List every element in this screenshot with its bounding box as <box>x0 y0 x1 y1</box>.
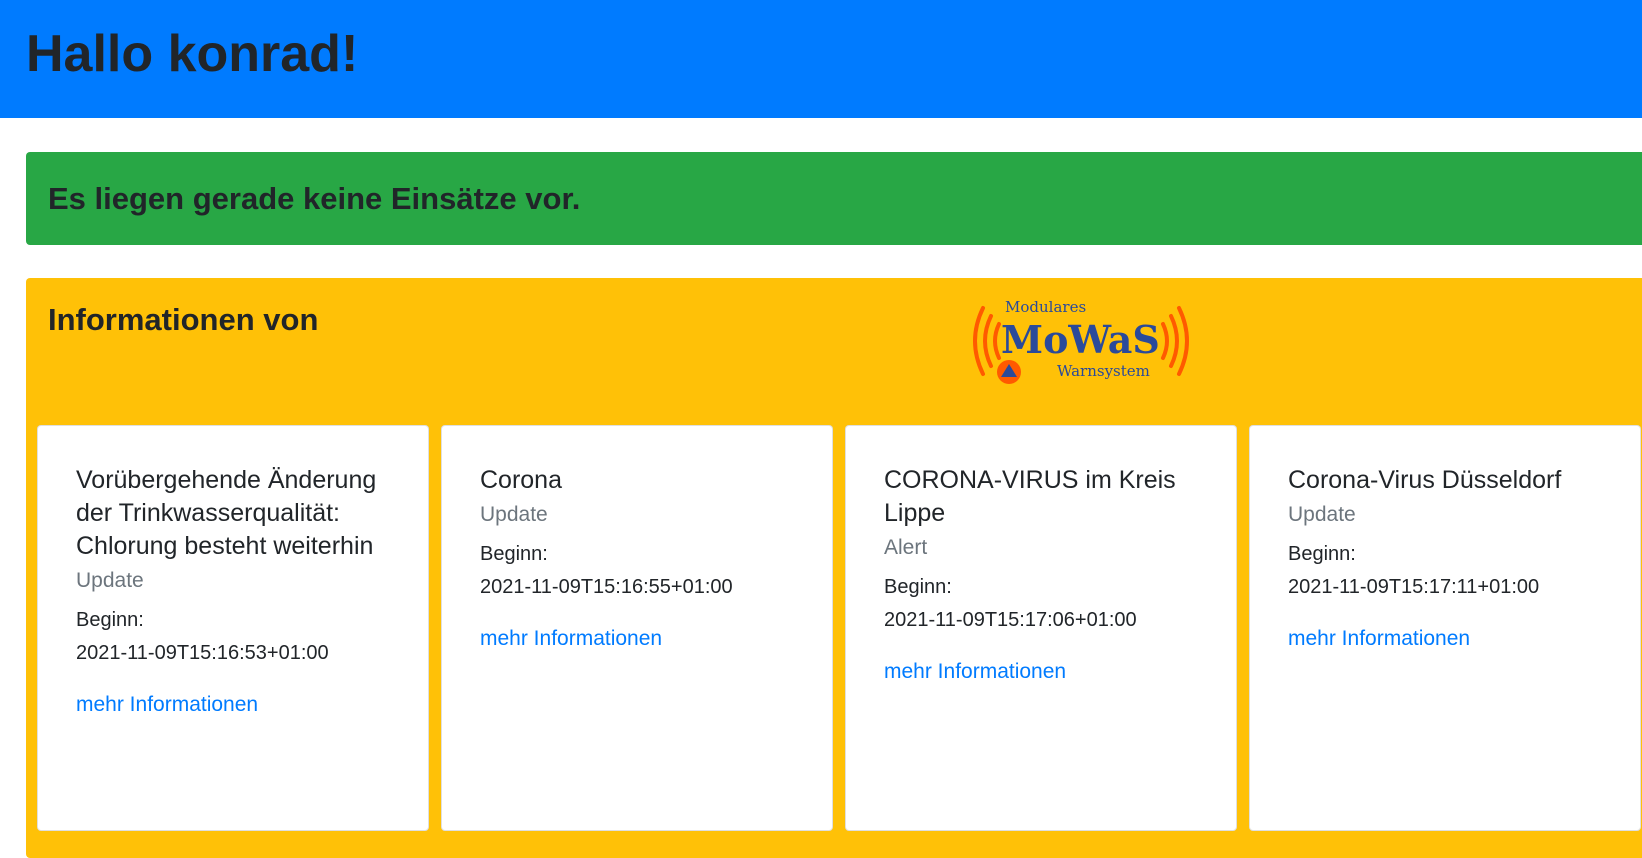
left-wave-icon <box>973 306 1001 376</box>
more-information-link[interactable]: mehr Informationen <box>884 657 1066 687</box>
logo-main-text: MoWaS <box>1001 317 1160 362</box>
warning-card-begin-label: Beginn: <box>480 543 548 565</box>
logo-bottom-text: Warnsystem <box>1057 362 1150 380</box>
information-panel-title: Informationen von <box>48 302 319 337</box>
civil-protection-emblem-icon <box>997 360 1021 384</box>
warning-card-status: Update <box>76 569 144 592</box>
right-wave-icon <box>1161 306 1189 376</box>
warning-card-status: Update <box>1288 503 1356 526</box>
information-panel: Informationen von Modulares MoWaS Warnsy… <box>26 278 1642 858</box>
no-deployments-alert: Es liegen gerade keine Einsätze vor. <box>26 152 1642 245</box>
logo-top-text: Modulares <box>1005 298 1086 316</box>
warning-card-status: Update <box>480 503 548 526</box>
warning-card-title: CORONA-VIRUS im Kreis Lippe <box>884 466 1176 527</box>
warning-card: Corona Update Beginn: 2021-11-09T15:16:5… <box>441 425 833 831</box>
more-information-link[interactable]: mehr Informationen <box>480 624 662 654</box>
more-information-link[interactable]: mehr Informationen <box>76 690 258 720</box>
warning-card-begin-label: Beginn: <box>76 609 144 631</box>
warning-card-title: Vorübergehende Änderung der Trinkwasserq… <box>76 466 377 560</box>
warning-card: Vorübergehende Änderung der Trinkwasserq… <box>37 425 429 831</box>
mowas-logo: Modulares MoWaS Warnsystem <box>973 298 1189 384</box>
no-deployments-message: Es liegen gerade keine Einsätze vor. <box>48 181 581 216</box>
warning-card-begin-label: Beginn: <box>1288 543 1356 565</box>
warning-card-title: Corona <box>480 466 562 494</box>
warning-card-begin-value: 2021-11-09T15:17:06+01:00 <box>884 609 1137 631</box>
warning-card-begin-label: Beginn: <box>884 576 952 598</box>
warning-card: Corona-Virus Düsseldorf Update Beginn: 2… <box>1249 425 1641 831</box>
warning-card-title: Corona-Virus Düsseldorf <box>1288 466 1562 494</box>
warning-card-begin-value: 2021-11-09T15:16:55+01:00 <box>480 576 733 598</box>
warning-card-begin-value: 2021-11-09T15:17:11+01:00 <box>1288 576 1540 598</box>
warning-card: CORONA-VIRUS im Kreis Lippe Alert Beginn… <box>845 425 1237 831</box>
warning-card-begin-value: 2021-11-09T15:16:53+01:00 <box>76 642 329 664</box>
greeting-heading: Hallo konrad! <box>26 25 359 83</box>
page-header: Hallo konrad! <box>0 0 1642 118</box>
more-information-link[interactable]: mehr Informationen <box>1288 624 1470 654</box>
warning-card-status: Alert <box>884 536 928 559</box>
